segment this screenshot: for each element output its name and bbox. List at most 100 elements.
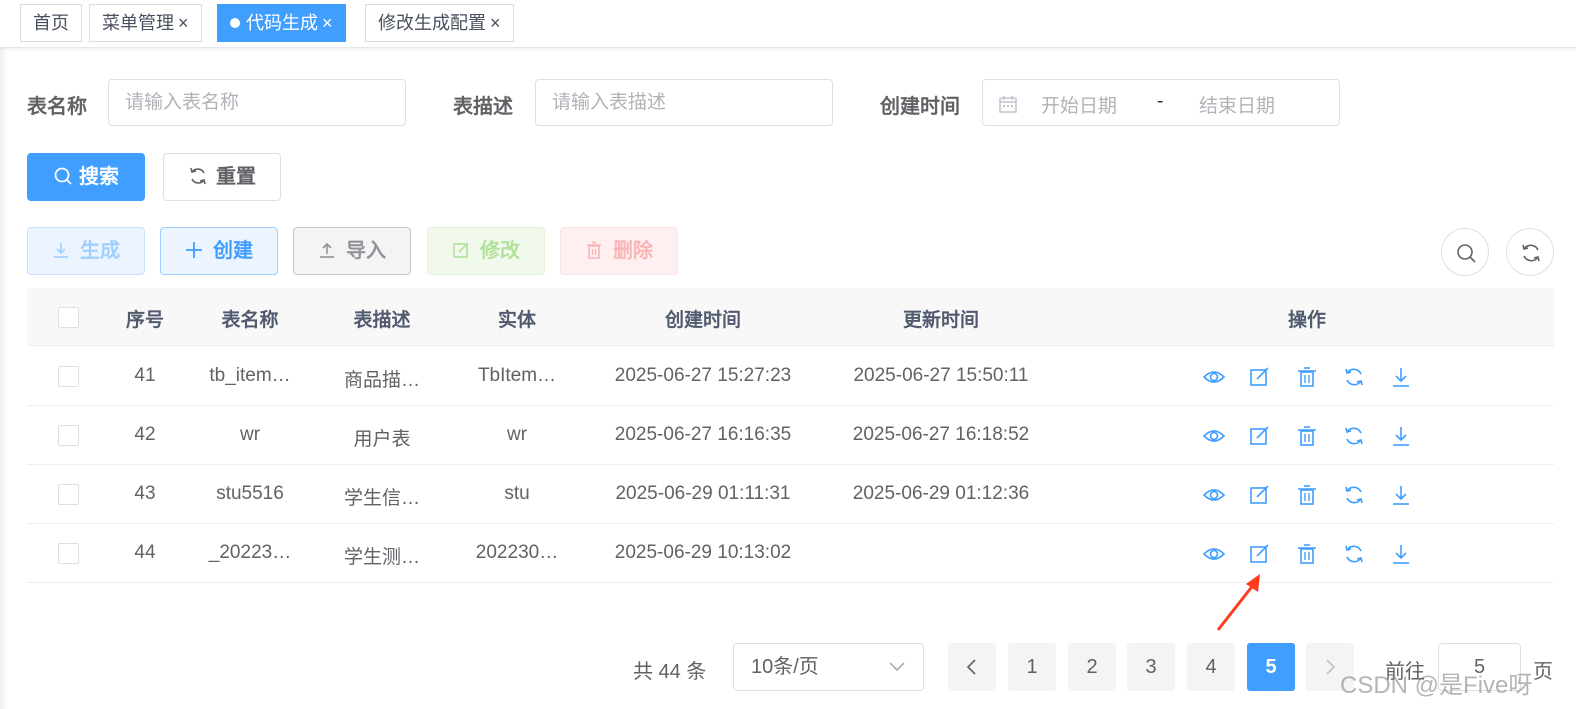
page-size-select[interactable]: 10条/页 [733,643,924,691]
toggle-search-button[interactable] [1441,228,1489,276]
row-entity: TbItem… [477,365,557,386]
page-button-3[interactable]: 3 [1127,643,1175,691]
create-button[interactable]: 创建 [160,227,278,275]
row-entity: stu [504,483,530,504]
search-button[interactable]: 搜索 [27,153,145,201]
download-icon[interactable] [1390,484,1412,506]
column-header: 操作 [1287,310,1326,331]
prev-page-button[interactable] [948,643,996,691]
row-table-name: _20223… [208,542,292,563]
column-header: 表名称 [221,310,279,331]
select-all-checkbox[interactable] [58,307,79,328]
active-dot-icon [230,18,240,28]
close-icon[interactable]: × [490,5,501,41]
eye-icon[interactable] [1202,425,1226,447]
row-index: 42 [134,424,156,445]
row-checkbox[interactable] [58,484,79,505]
import-label: 导入 [346,240,386,262]
row-checkbox[interactable] [58,366,79,387]
edit-button[interactable]: 修改 [427,227,545,275]
page-button-5[interactable]: 5 [1247,643,1295,691]
download-icon[interactable] [1390,425,1412,447]
sync-icon[interactable] [1343,484,1365,506]
sync-icon[interactable] [1343,366,1365,388]
column-header: 更新时间 [902,310,979,331]
row-table-desc: 商品描… [343,370,420,391]
tab-label: 代码生成 [246,13,318,33]
row-table-name: wr [239,424,261,445]
plus-icon [186,242,202,258]
tab-home[interactable]: 首页 [20,4,82,42]
sync-icon[interactable] [1343,543,1365,565]
sync-icon[interactable] [1343,425,1365,447]
delete-icon[interactable] [1296,425,1318,447]
create-label: 创建 [213,240,253,262]
tags-view-bar: 首页 菜单管理 × 代码生成 × 修改生成配置 × [0,0,1576,48]
row-checkbox[interactable] [58,425,79,446]
calendar-icon [999,96,1017,113]
sidebar-edge-shadow [0,48,8,709]
tab-label: 修改生成配置 [378,13,486,33]
table-desc-input[interactable]: 请输入表描述 [535,79,833,126]
reset-button[interactable]: 重置 [163,153,281,201]
range-separator: - [1157,91,1164,112]
delete-button[interactable]: 删除 [560,227,678,275]
table-row[interactable]: 44 _20223… 学生测… 202230… 2025-06-29 10:13:02 [27,524,1554,583]
start-date-input[interactable]: 开始日期 [1041,91,1117,118]
table-desc-label: 表描述 [453,96,513,118]
row-table-desc: 学生测… [343,547,420,568]
tab-code-generator[interactable]: 代码生成 × [217,4,346,42]
edit-icon[interactable] [1249,425,1271,447]
row-checkbox[interactable] [58,543,79,564]
eye-icon[interactable] [1202,543,1226,565]
column-header: 序号 [125,310,164,331]
close-icon[interactable]: × [178,5,189,41]
edit-icon[interactable] [1249,484,1271,506]
table-row[interactable]: 43 stu5516 学生信… stu 2025-06-29 01:11:31 2025-… [27,465,1554,524]
column-header: 表描述 [353,310,411,331]
refresh-table-button[interactable] [1506,228,1554,276]
search-icon [54,167,72,185]
date-range-picker[interactable]: 开始日期 - 结束日期 [982,79,1340,126]
delete-icon[interactable] [1296,484,1318,506]
page-button-1[interactable]: 1 [1008,643,1056,691]
row-index: 43 [134,483,156,504]
table-row[interactable]: 42 wr 用户表 wr 2025-06-27 16:16:35 2025-06-27 1… [27,406,1554,465]
column-header: 创建时间 [664,310,741,331]
search-button-label: 搜索 [79,166,119,188]
eye-icon[interactable] [1202,484,1226,506]
column-header: 实体 [497,310,536,331]
delete-icon[interactable] [1296,543,1318,565]
row-table-name: tb_item… [209,365,291,386]
tab-menu-management[interactable]: 菜单管理 × [89,4,202,42]
tab-edit-gen-config[interactable]: 修改生成配置 × [365,4,514,42]
generate-button[interactable]: 生成 [27,227,145,275]
edit-icon[interactable] [1249,366,1271,388]
download-icon[interactable] [1390,543,1412,565]
edit-icon[interactable] [1249,543,1271,565]
row-table-name: stu5516 [216,483,284,504]
pagination-total: 共 44 条 [633,661,707,683]
chevron-down-icon [889,662,905,672]
row-entity: 202230… [475,542,559,563]
table-name-input[interactable]: 请输入表名称 [108,79,406,126]
table-header: 序号 表名称 表描述 实体 创建时间 更新时间 操作 [27,288,1554,346]
edit-icon [453,242,469,258]
created-time-label: 创建时间 [880,96,960,118]
eye-icon[interactable] [1202,366,1226,388]
tab-label: 菜单管理 [102,13,174,33]
watermark: CSDN @是Five呀 [1340,672,1533,699]
row-created-time: 2025-06-27 15:27:23 [614,365,792,386]
close-icon[interactable]: × [322,5,333,41]
page-size-value: 10条/页 [751,656,819,678]
edit-label: 修改 [480,240,520,262]
generate-label: 生成 [80,240,120,262]
end-date-input[interactable]: 结束日期 [1199,91,1275,118]
page-button-2[interactable]: 2 [1068,643,1116,691]
row-created-time: 2025-06-29 01:11:31 [615,483,791,504]
download-icon[interactable] [1390,366,1412,388]
delete-icon[interactable] [1296,366,1318,388]
import-button[interactable]: 导入 [293,227,411,275]
page-button-4[interactable]: 4 [1187,643,1235,691]
table-row[interactable]: 41 tb_item… 商品描… TbItem… 2025-06-27 15:27:23… [27,347,1554,406]
